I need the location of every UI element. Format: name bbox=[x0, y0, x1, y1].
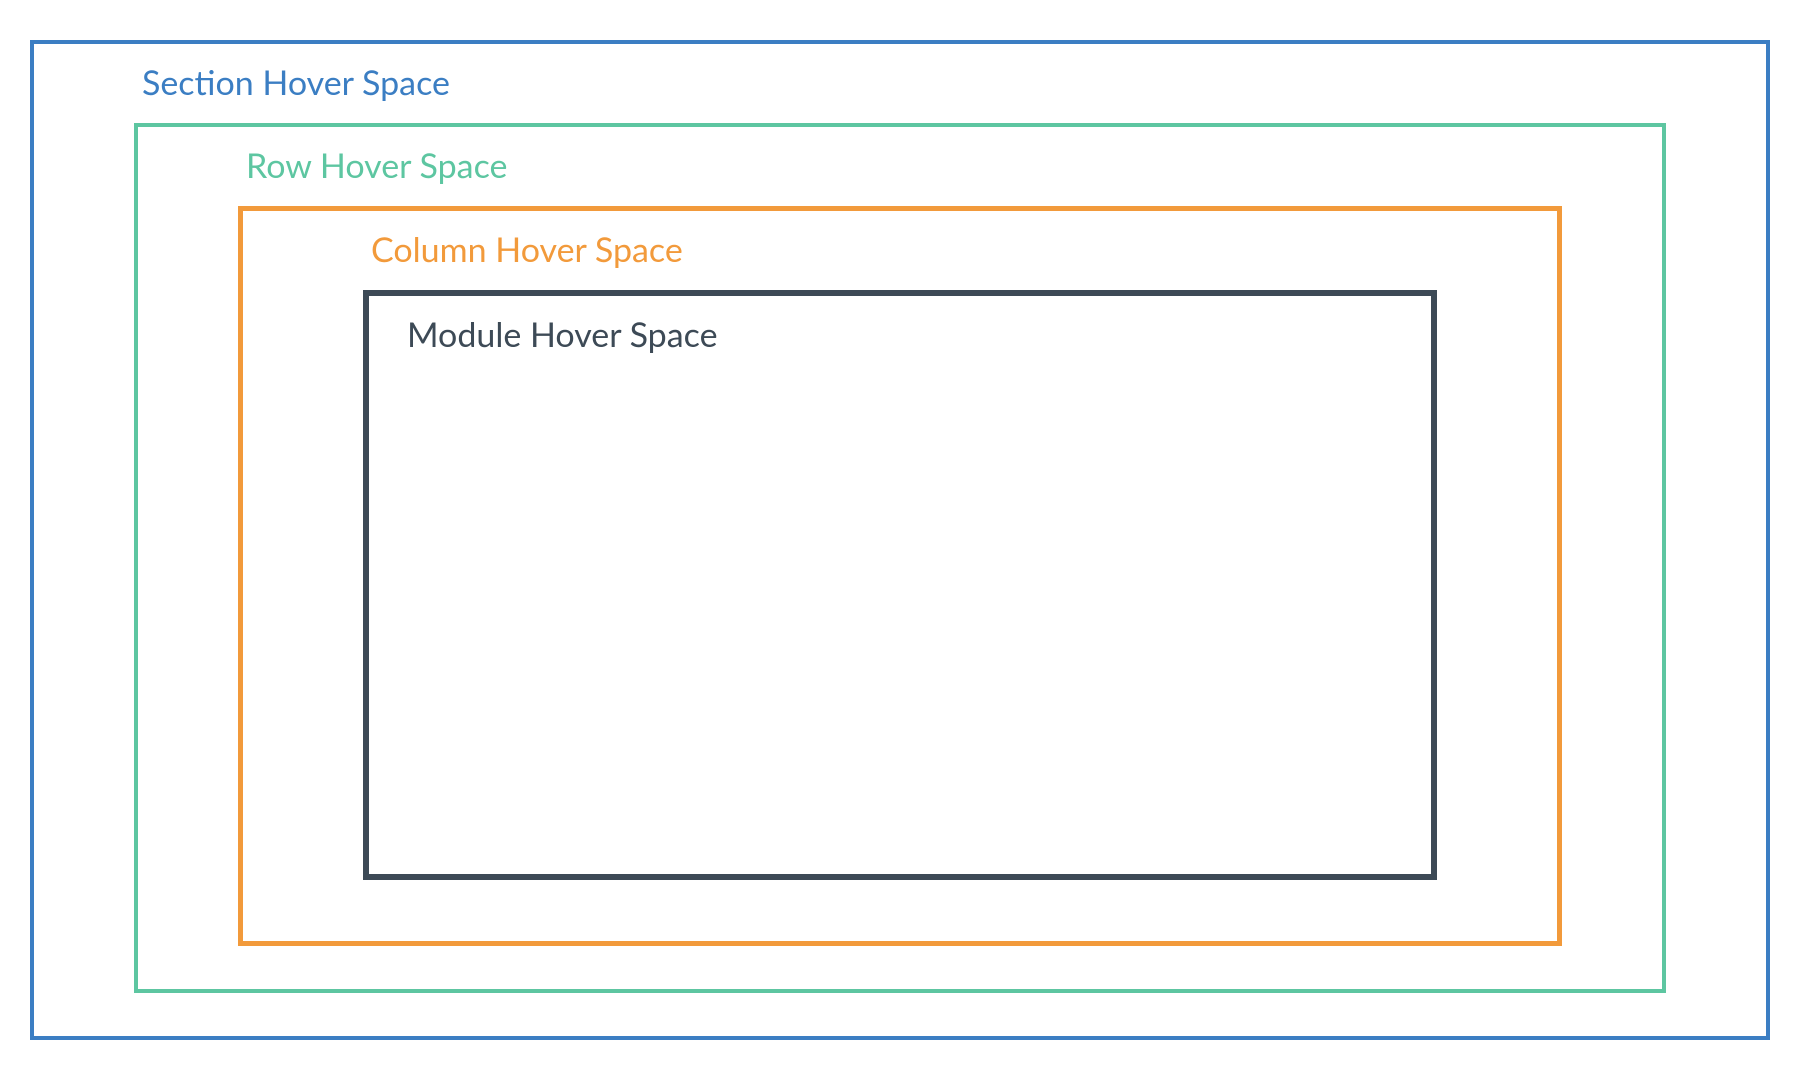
column-hover-space: Column Hover Space Module Hover Space bbox=[238, 206, 1562, 946]
row-label: Row Hover Space bbox=[246, 145, 1562, 186]
row-hover-space: Row Hover Space Column Hover Space Modul… bbox=[134, 123, 1666, 993]
column-label: Column Hover Space bbox=[371, 229, 1437, 270]
module-label: Module Hover Space bbox=[407, 314, 1401, 355]
section-label: Section Hover Space bbox=[142, 62, 1666, 103]
module-hover-space: Module Hover Space bbox=[363, 290, 1437, 880]
section-hover-space: Section Hover Space Row Hover Space Colu… bbox=[30, 40, 1770, 1040]
